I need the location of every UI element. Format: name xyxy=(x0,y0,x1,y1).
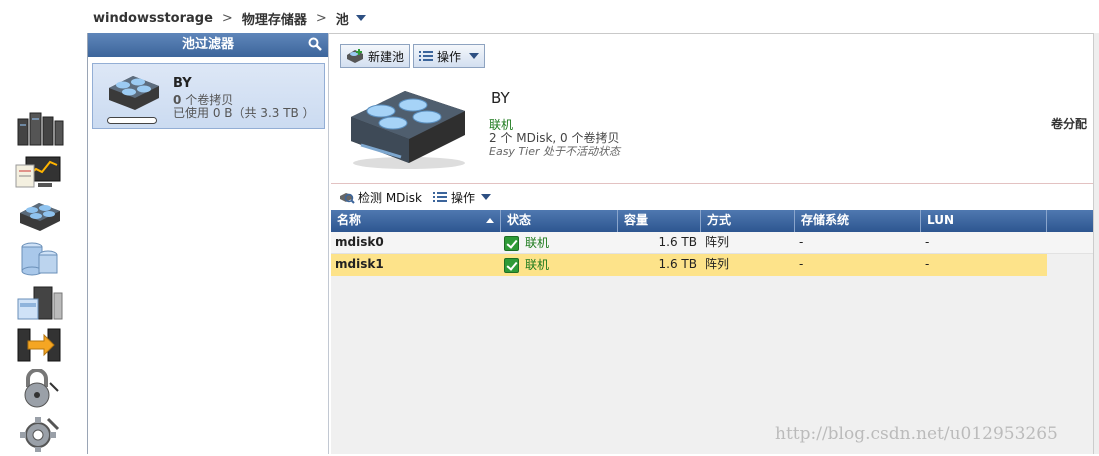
mdisk-toolbar: 检测 MDisk 操作 xyxy=(331,183,1093,209)
column-header-capacity[interactable]: 容量 xyxy=(618,210,701,232)
main-content: 新建池 操作 BY 联机 2 个 MDisk, 0 个卷拷贝 Easy Tier… xyxy=(331,33,1093,454)
cell-storage-system: - xyxy=(799,257,804,271)
pool-usage-bar xyxy=(107,117,157,124)
check-icon xyxy=(504,235,519,251)
chevron-down-icon xyxy=(469,53,479,59)
detect-mdisk-button[interactable]: 检测 MDisk xyxy=(339,188,422,206)
actions-label: 操作 xyxy=(437,49,462,64)
column-header-lun[interactable]: LUN xyxy=(921,210,1047,232)
cell-lun: - xyxy=(925,257,930,271)
actions-menu-button[interactable]: 操作 xyxy=(413,44,485,68)
breadcrumb-section[interactable]: 物理存储器 xyxy=(242,9,307,28)
pool-icon xyxy=(109,76,159,110)
column-header-storage-system[interactable]: 存储系统 xyxy=(795,210,921,232)
detect-icon xyxy=(340,193,355,204)
copy-services-icon[interactable] xyxy=(14,325,64,365)
cell-mode: 阵列 xyxy=(705,257,730,271)
column-mode-label: 方式 xyxy=(707,213,732,227)
left-navigation xyxy=(0,33,87,454)
pool-usage-text: 已使用 0 B（共 3.3 TB ） xyxy=(173,106,315,120)
cell-mode: 阵列 xyxy=(705,235,730,249)
monitoring-icon[interactable] xyxy=(14,153,64,193)
cell-status-text: 联机 xyxy=(525,235,550,250)
breadcrumb: windowsstorage > 物理存储器 > 池 xyxy=(93,9,366,28)
check-icon xyxy=(504,257,519,273)
new-pool-button[interactable]: 新建池 xyxy=(340,44,411,68)
cell-status-text: 联机 xyxy=(525,257,550,272)
column-header-name[interactable]: 名称 xyxy=(331,210,501,232)
cell-status: 联机 xyxy=(501,232,618,254)
breadcrumb-separator: > xyxy=(221,10,233,26)
servers-icon[interactable] xyxy=(14,109,64,149)
pool-name: BY xyxy=(173,76,192,91)
column-header-mode[interactable]: 方式 xyxy=(701,210,795,232)
pool-easy-tier-status: Easy Tier 处于不活动状态 xyxy=(489,145,620,158)
cell-status: 联机 xyxy=(501,254,618,276)
pools-icon[interactable] xyxy=(14,195,64,235)
filter-panel-title: 池过滤器 xyxy=(181,37,234,52)
column-capacity-label: 容量 xyxy=(624,213,649,227)
cell-capacity: 1.6 TB xyxy=(658,257,697,271)
volume-allocation-label[interactable]: 卷分配 xyxy=(1051,115,1087,132)
cell-capacity: 1.6 TB xyxy=(658,235,697,249)
cell-name: mdisk1 xyxy=(335,257,384,271)
column-header-status[interactable]: 状态 xyxy=(501,210,618,232)
pool-detail-name: BY xyxy=(491,89,510,107)
list-icon xyxy=(419,51,433,61)
mdisk-actions-label: 操作 xyxy=(451,190,476,205)
settings-gear-icon[interactable] xyxy=(14,413,64,453)
filter-panel-header: 池过滤器 xyxy=(88,33,328,57)
cell-lun: - xyxy=(925,235,930,249)
new-pool-icon xyxy=(347,49,363,63)
pool-list-item[interactable]: BY 0 个卷拷贝 已使用 0 B（共 3.3 TB ） xyxy=(92,63,325,129)
mdisk-table: 名称 状态 容量 方式 存储系统 LUN mdisk0 联机 1.6 TB 阵列… xyxy=(331,210,1093,454)
breadcrumb-host[interactable]: windowsstorage xyxy=(93,11,213,26)
breadcrumb-current[interactable]: 池 xyxy=(336,9,349,28)
breadcrumb-separator: > xyxy=(315,10,327,26)
search-icon[interactable] xyxy=(308,37,322,51)
pool-large-icon xyxy=(351,91,465,169)
cell-storage-system: - xyxy=(799,235,804,249)
hosts-icon[interactable] xyxy=(14,283,64,323)
chevron-down-icon xyxy=(481,194,492,200)
table-row-selected[interactable]: mdisk1 联机 1.6 TB 阵列 - - xyxy=(331,254,1093,276)
list-icon xyxy=(433,192,447,202)
new-pool-label: 新建池 xyxy=(368,49,405,64)
detect-mdisk-label: 检测 MDisk xyxy=(358,190,422,205)
table-row[interactable]: mdisk0 联机 1.6 TB 阵列 - - xyxy=(331,232,1093,254)
pool-filter-panel: 池过滤器 BY 0 个卷拷贝 已使用 0 B（共 3.3 TB ） xyxy=(87,33,329,454)
mdisk-actions-button[interactable]: 操作 xyxy=(433,188,492,206)
column-lun-label: LUN xyxy=(927,213,955,227)
sort-ascending-icon xyxy=(486,218,494,223)
volumes-icon[interactable] xyxy=(14,239,64,279)
table-header: 名称 状态 容量 方式 存储系统 LUN xyxy=(331,210,1093,232)
cell-name: mdisk0 xyxy=(335,235,384,249)
vertical-scrollbar[interactable] xyxy=(1093,33,1099,454)
column-storage-label: 存储系统 xyxy=(801,213,850,227)
access-lock-icon[interactable] xyxy=(14,368,64,409)
chevron-down-icon[interactable] xyxy=(355,15,366,21)
column-name-label: 名称 xyxy=(337,213,362,227)
watermark-text: http://blog.csdn.net/u012953265 xyxy=(775,424,1058,444)
column-status-label: 状态 xyxy=(507,213,532,227)
